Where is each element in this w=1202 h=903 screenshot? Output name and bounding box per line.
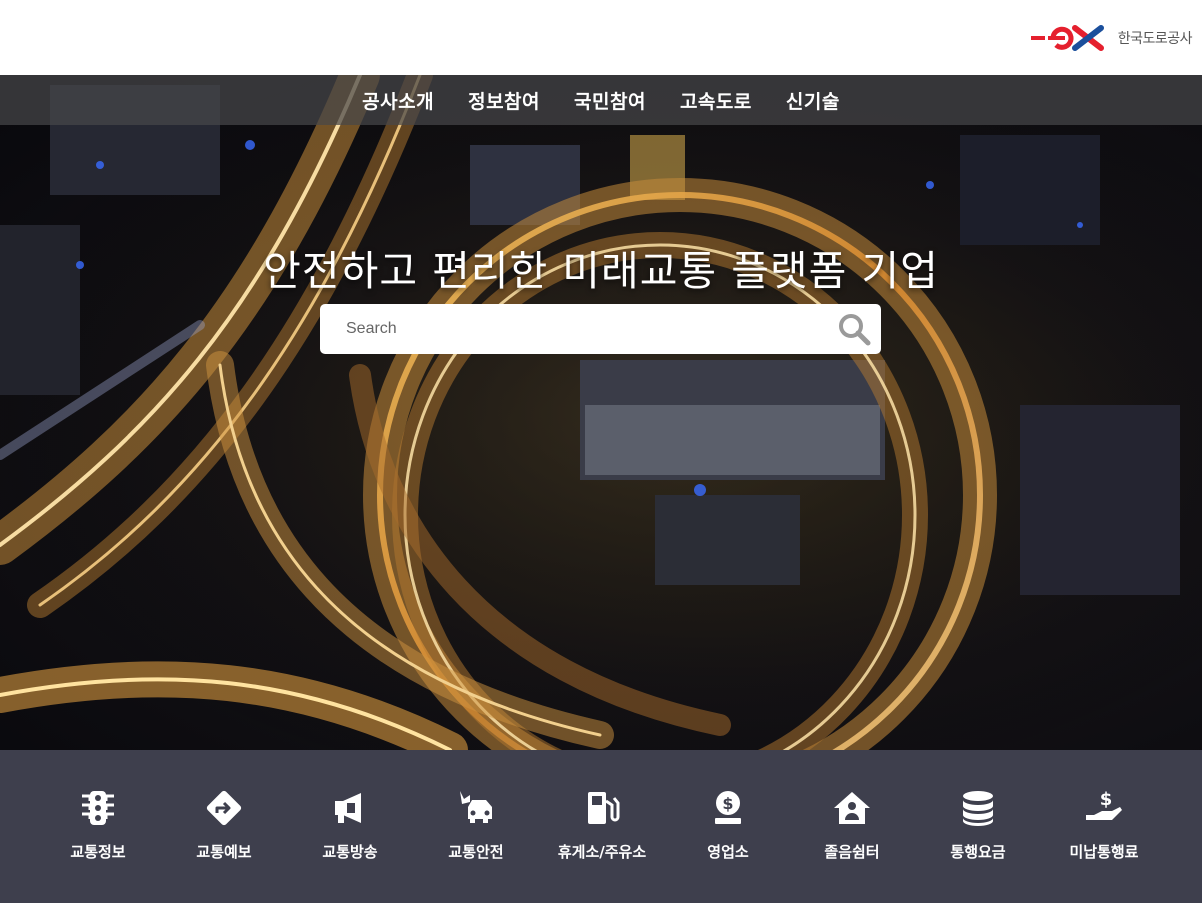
directions-sign-icon xyxy=(204,788,244,828)
hero-headline: 안전하고 편리한 미래교통 플랫폼 기업 xyxy=(263,247,939,295)
quick-label: 교통정보 xyxy=(70,843,126,861)
quick-item-toll-office[interactable]: $ 영업소 xyxy=(665,750,791,903)
quick-item-traffic-broadcast[interactable]: 교통방송 xyxy=(287,750,413,903)
quick-label: 교통예보 xyxy=(196,843,252,861)
database-icon xyxy=(958,788,998,828)
hero-banner: 공사소개 정보참여 국민참여 고속도로 신기술 안전하고 편리한 미래교통 플랫… xyxy=(0,75,1202,750)
quick-item-traffic-safety[interactable]: 교통안전 xyxy=(413,750,539,903)
quick-item-drowsy-shelter[interactable]: 졸음쉼터 xyxy=(789,750,915,903)
hand-dollar-icon: $ xyxy=(1084,788,1124,828)
search-input[interactable] xyxy=(320,304,827,354)
car-crash-icon xyxy=(456,788,496,828)
quick-item-toll-fee[interactable]: 통행요금 xyxy=(915,750,1041,903)
ex-logo-icon xyxy=(1030,25,1104,51)
gas-pump-icon xyxy=(582,788,622,828)
nav-item-company[interactable]: 공사소개 xyxy=(362,87,434,114)
search-icon xyxy=(839,314,871,346)
main-nav: 공사소개 정보참여 국민참여 고속도로 신기술 xyxy=(0,75,1202,125)
quick-item-traffic-info[interactable]: 교통정보 xyxy=(35,750,161,903)
quick-item-rest-area[interactable]: 휴게소/주유소 xyxy=(539,750,665,903)
nav-item-info[interactable]: 정보참여 xyxy=(468,87,540,114)
quick-menu: 교통정보 교통예보 교통방송 교통안전 휴게소/주유소 $ 영업소 졸음쉼터 통… xyxy=(0,750,1202,903)
quick-label: 교통안전 xyxy=(448,843,504,861)
quick-label: 미납통행료 xyxy=(1069,843,1139,861)
interchange-night-photo xyxy=(0,75,1202,750)
quick-label: 통행요금 xyxy=(950,843,1006,861)
search-button[interactable] xyxy=(827,304,881,354)
traffic-light-icon xyxy=(78,788,118,828)
nav-item-expressway[interactable]: 고속도로 xyxy=(680,87,752,114)
nav-item-participation[interactable]: 국민참여 xyxy=(574,87,646,114)
svg-text:$: $ xyxy=(722,794,733,813)
svg-text:$: $ xyxy=(1100,789,1113,810)
coin-stack-icon: $ xyxy=(708,788,748,828)
site-logo[interactable]: 한국도로공사 xyxy=(1030,22,1193,54)
quick-item-traffic-forecast[interactable]: 교통예보 xyxy=(161,750,287,903)
megaphone-icon xyxy=(330,788,370,828)
quick-label: 졸음쉼터 xyxy=(824,843,880,861)
nav-item-new-tech[interactable]: 신기술 xyxy=(786,87,840,114)
quick-label: 영업소 xyxy=(707,843,749,861)
quick-label: 휴게소/주유소 xyxy=(557,843,647,861)
quick-item-unpaid-toll[interactable]: $ 미납통행료 xyxy=(1041,750,1167,903)
logo-text: 한국도로공사 xyxy=(1117,31,1193,47)
top-header: 한국도로공사 xyxy=(0,0,1202,75)
quick-label: 교통방송 xyxy=(322,843,378,861)
search-box xyxy=(320,304,881,354)
rest-house-icon xyxy=(832,788,872,828)
